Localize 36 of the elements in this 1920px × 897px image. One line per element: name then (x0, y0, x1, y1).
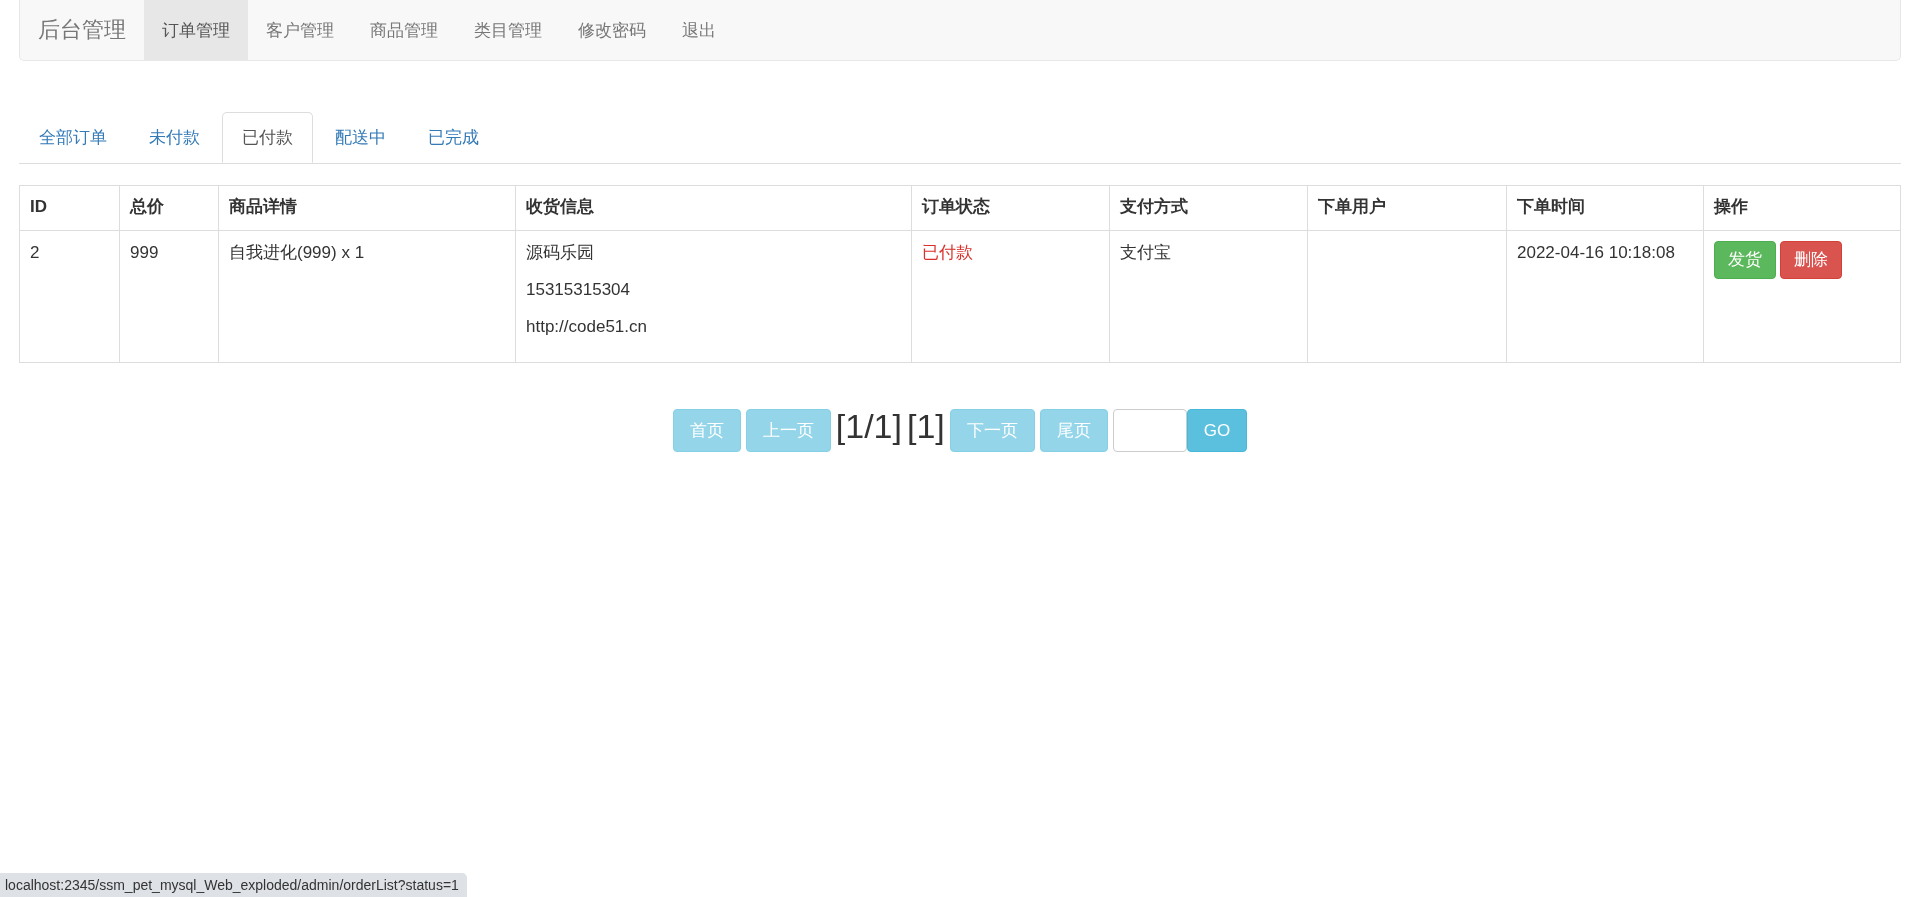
column-header: 商品详情 (218, 185, 516, 231)
ship-button[interactable]: 发货 (1714, 241, 1776, 279)
delete-button[interactable]: 删除 (1780, 241, 1842, 279)
column-header: 下单用户 (1307, 185, 1507, 231)
order-tab[interactable]: 已付款 (222, 112, 313, 163)
shipping-info-line: 源码乐园 (526, 242, 595, 264)
nav-link[interactable]: 商品管理 (352, 0, 456, 60)
nav-link[interactable]: 类目管理 (456, 0, 560, 60)
table-cell: 999 (119, 230, 219, 363)
shipping-info-line: 15315315304 (526, 279, 631, 301)
table-cell: 自我进化(999) x 1 (218, 230, 516, 363)
column-header: 下单时间 (1506, 185, 1704, 231)
table-cell: 支付宝 (1109, 230, 1308, 363)
order-tab[interactable]: 未付款 (129, 112, 220, 164)
shipping-info-line: http://code51.cn (526, 316, 648, 338)
order-tab[interactable]: 已完成 (408, 112, 499, 164)
page-number-field[interactable] (1112, 409, 1187, 452)
nav-link[interactable]: 订单管理 (144, 0, 248, 60)
column-header: 订单状态 (911, 185, 1110, 231)
nav-link[interactable]: 退出 (664, 0, 734, 60)
order-tab[interactable]: 配送中 (315, 112, 406, 164)
order-tab[interactable]: 全部订单 (19, 112, 127, 164)
column-header: 操作 (1703, 185, 1901, 231)
nav-link[interactable]: 修改密码 (560, 0, 664, 60)
column-header: 收货信息 (515, 185, 912, 231)
nav-link[interactable]: 客户管理 (248, 0, 352, 60)
table-cell: 2 (19, 230, 120, 363)
table-cell: 2022-04-16 10:18:08 (1506, 230, 1704, 363)
page-indicator: [1] (906, 406, 945, 447)
column-header: ID (19, 185, 120, 231)
column-header: 支付方式 (1109, 185, 1308, 231)
page-indicator: [1/1] (835, 406, 902, 447)
column-header: 总价 (119, 185, 219, 231)
table-cell: 已付款 (911, 230, 1110, 363)
status-bar-url: localhost:2345/ssm_pet_mysql_Web_exploded/admin/orderList?status=1 (0, 873, 467, 897)
brand-title: 后台管理 (37, 16, 127, 44)
